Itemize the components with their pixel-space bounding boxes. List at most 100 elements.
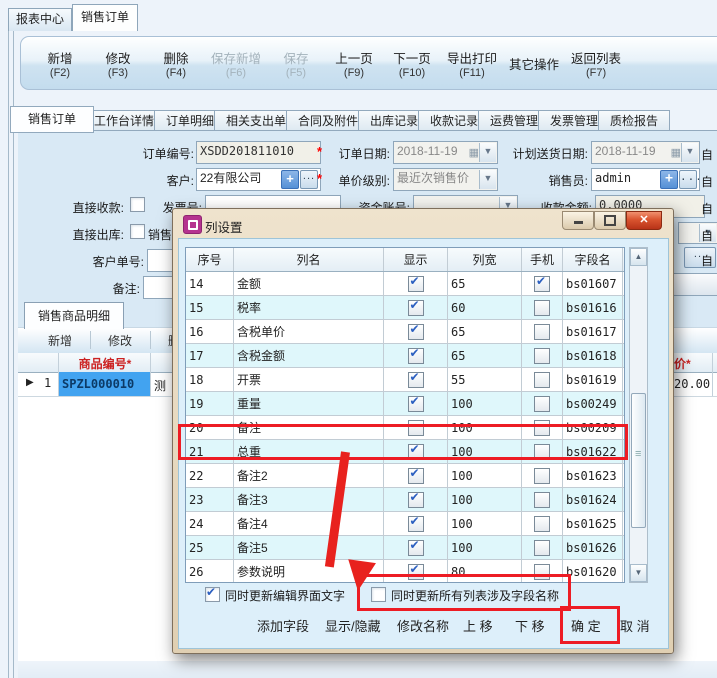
toolbar-button[interactable]: 保存新增(F6) — [205, 46, 267, 81]
update-all-lists-checkbox[interactable] — [371, 587, 386, 602]
cell-width: 55 — [448, 368, 522, 391]
toolbar-button[interactable]: 删除(F4) — [147, 46, 205, 81]
add-salesman-button[interactable]: + — [660, 170, 678, 189]
mobile-checkbox[interactable] — [534, 468, 550, 484]
product-code-cell[interactable]: SPZL000010 — [59, 372, 150, 396]
toolbar-button[interactable]: 保存(F5) — [267, 46, 325, 81]
plan-date-input[interactable]: 2018-11-19 ▦▼ — [591, 141, 700, 164]
mobile-checkbox[interactable] — [534, 492, 550, 508]
toolbar-button[interactable]: 新增(F2) — [31, 46, 89, 81]
product-name-cell-clipped[interactable]: 测 — [154, 377, 166, 394]
mobile-checkbox[interactable] — [534, 276, 550, 292]
detail-tab-1[interactable]: 销售订单 — [10, 106, 94, 133]
column-header-1[interactable]: 序号 — [186, 248, 234, 271]
cancel-button[interactable]: 取 消 — [620, 616, 650, 635]
show-hide-button[interactable]: 显示/隐藏 — [325, 616, 381, 635]
show-checkbox[interactable] — [408, 372, 424, 388]
column-header-6[interactable]: 字段名 — [563, 248, 623, 271]
grid-scrollbar[interactable]: ▲ ▼ — [629, 247, 648, 583]
column-header-2[interactable]: 列名 — [234, 248, 384, 271]
column-row-23[interactable]: 23备注3100bs01624 — [186, 488, 624, 512]
column-row-19[interactable]: 19重量100bs00249 — [186, 392, 624, 416]
mobile-checkbox[interactable] — [534, 420, 550, 436]
mobile-checkbox[interactable] — [534, 348, 550, 364]
show-checkbox[interactable] — [408, 276, 424, 292]
show-checkbox[interactable] — [408, 420, 424, 436]
show-checkbox[interactable] — [408, 300, 424, 316]
add-customer-button[interactable]: + — [281, 170, 299, 189]
mobile-checkbox[interactable] — [534, 444, 550, 460]
show-checkbox[interactable] — [408, 468, 424, 484]
mobile-checkbox[interactable] — [534, 540, 550, 556]
show-checkbox[interactable] — [408, 564, 424, 580]
product-detail-tab[interactable]: 销售商品明细 — [24, 302, 124, 329]
column-row-14[interactable]: 14金额65bs01607 — [186, 272, 624, 296]
show-checkbox[interactable] — [408, 324, 424, 340]
column-row-26[interactable]: 26参数说明80bs01620 — [186, 560, 624, 583]
product-add-button[interactable]: 新增 — [36, 332, 84, 349]
toolbar-button[interactable]: 下一页(F10) — [383, 46, 441, 81]
product-price-header-clipped[interactable]: 价* — [674, 355, 691, 372]
column-row-18[interactable]: 18开票55bs01619 — [186, 368, 624, 392]
mobile-checkbox[interactable] — [534, 372, 550, 388]
column-row-15[interactable]: 15税率60bs01616 — [186, 296, 624, 320]
close-button[interactable]: ✕ — [626, 211, 662, 230]
direct-receipt-checkbox[interactable] — [130, 197, 145, 212]
clipped-button-fragment[interactable] — [667, 273, 717, 296]
column-row-24[interactable]: 24备注4100bs01625 — [186, 512, 624, 536]
scrollbar-thumb[interactable] — [631, 393, 646, 528]
column-row-16[interactable]: 16含税单价65bs01617 — [186, 320, 624, 344]
move-down-button[interactable]: 下 移 — [515, 616, 545, 635]
toolbar-button[interactable]: 返回列表(F7) — [565, 46, 627, 81]
column-row-22[interactable]: 22备注2100bs01623 — [186, 464, 624, 488]
show-checkbox[interactable] — [408, 492, 424, 508]
order-no-input[interactable]: XSDD201811010 — [196, 141, 321, 164]
show-checkbox[interactable] — [408, 444, 424, 460]
toolbar-button[interactable]: 上一页(F9) — [325, 46, 383, 81]
scroll-down-icon[interactable]: ▼ — [630, 564, 647, 582]
toolbar-button[interactable]: 其它操作 — [503, 52, 565, 75]
show-checkbox[interactable] — [408, 348, 424, 364]
maximize-button[interactable] — [594, 211, 626, 230]
left-splitter-line[interactable] — [8, 28, 9, 678]
mobile-checkbox[interactable] — [534, 564, 550, 580]
salesman-input[interactable]: admin + ... — [591, 168, 700, 191]
column-header-3[interactable]: 显示 — [384, 248, 448, 271]
window-tab-report-center[interactable]: 报表中心 — [8, 8, 72, 31]
browse-salesman-button[interactable]: ... — [679, 170, 697, 189]
column-row-17[interactable]: 17含税金额65bs01618 — [186, 344, 624, 368]
mobile-checkbox[interactable] — [534, 300, 550, 316]
column-header-5[interactable]: 手机 — [522, 248, 563, 271]
rename-button[interactable]: 修改名称 — [397, 616, 449, 635]
chevron-down-icon[interactable]: ▼ — [681, 143, 698, 162]
chevron-down-icon[interactable]: ▼ — [479, 170, 496, 189]
window-tab-sales-order[interactable]: 销售订单 — [72, 4, 138, 31]
show-checkbox[interactable] — [408, 540, 424, 556]
mobile-checkbox[interactable] — [534, 324, 550, 340]
column-row-25[interactable]: 25备注5100bs01626 — [186, 536, 624, 560]
confirm-button[interactable]: 确 定 — [571, 616, 601, 635]
add-field-button[interactable]: 添加字段 — [257, 616, 309, 635]
show-checkbox[interactable] — [408, 396, 424, 412]
order-date-input[interactable]: 2018-11-19 ▦▼ — [393, 141, 498, 164]
product-code-header[interactable]: 商品编号* — [60, 355, 150, 372]
mobile-checkbox[interactable] — [534, 396, 550, 412]
toolbar-button[interactable]: 导出打印(F11) — [441, 46, 503, 81]
show-checkbox[interactable] — [408, 516, 424, 532]
move-up-button[interactable]: 上 移 — [463, 616, 493, 635]
minimize-button[interactable] — [562, 211, 594, 230]
clipped-right-label: 自 — [701, 173, 715, 190]
direct-outbound-checkbox[interactable] — [130, 224, 145, 239]
price-level-select[interactable]: 最近次销售价 ▼ — [393, 168, 498, 191]
product-edit-button[interactable]: 修改 — [96, 332, 144, 349]
column-row-21[interactable]: 21总重100bs01622 — [186, 440, 624, 464]
update-edit-ui-checkbox[interactable] — [205, 587, 220, 602]
column-header-4[interactable]: 列宽 — [448, 248, 522, 271]
toolbar-button[interactable]: 修改(F3) — [89, 46, 147, 81]
customer-input[interactable]: 22有限公司 + ... — [196, 168, 321, 191]
scroll-up-icon[interactable]: ▲ — [630, 248, 647, 266]
browse-customer-button[interactable]: ... — [300, 170, 318, 189]
column-row-20[interactable]: 20备注100bs00209 — [186, 416, 624, 440]
mobile-checkbox[interactable] — [534, 516, 550, 532]
product-price-cell[interactable]: 20.00 — [674, 377, 710, 391]
